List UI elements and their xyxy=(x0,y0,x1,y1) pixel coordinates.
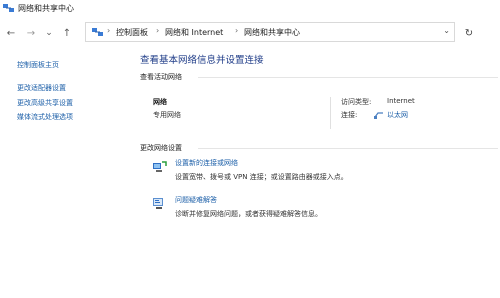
sidebar: 控制面板主页 更改适配器设置 更改高级共享设置 媒体流式处理选项 xyxy=(0,50,125,298)
breadcrumb-network-internet[interactable]: 网络和 Internet xyxy=(165,27,223,38)
ethernet-icon xyxy=(374,112,383,119)
setup-new-connection-description: 设置宽带、拨号或 VPN 连接；或设置路由器或接入点。 xyxy=(175,173,348,181)
breadcrumb-separator: › xyxy=(235,26,239,35)
troubleshoot-problems-link[interactable]: 问题疑难解答 xyxy=(175,195,217,205)
recent-locations-chevron-icon[interactable]: ⌄ xyxy=(42,26,56,40)
breadcrumb-network-sharing-center[interactable]: 网络和共享中心 xyxy=(244,27,300,38)
access-type-label: 访问类型: xyxy=(341,98,372,106)
up-arrow-icon[interactable]: ↑ xyxy=(60,26,74,40)
control-panel-icon xyxy=(92,28,103,36)
sidebar-item-change-advanced-sharing[interactable]: 更改高级共享设置 xyxy=(17,98,73,108)
address-dropdown-chevron-icon[interactable]: ⌄ xyxy=(443,26,450,35)
main-content: 查看基本网络信息并设置连接 查看活动网络 网络 专用网络 访问类型: Inter… xyxy=(140,50,500,298)
sidebar-item-media-streaming[interactable]: 媒体流式处理选项 xyxy=(17,112,73,122)
change-network-settings-label: 更改网络设置 xyxy=(140,144,182,152)
access-type-value: Internet xyxy=(387,97,415,105)
connection-label: 连接: xyxy=(341,111,358,119)
forward-arrow-icon[interactable]: → xyxy=(24,26,38,40)
breadcrumb-separator: › xyxy=(156,26,160,35)
new-connection-icon xyxy=(153,161,167,172)
network-name: 网络 xyxy=(153,98,167,106)
breadcrumb-control-panel[interactable]: 控制面板 xyxy=(116,27,148,38)
troubleshoot-problems-description: 诊断并修复网络问题，或者获得疑难解答信息。 xyxy=(175,210,322,218)
section-divider xyxy=(198,77,498,78)
title-bar: 网络和共享中心 xyxy=(0,0,500,18)
network-category: 专用网络 xyxy=(153,111,181,119)
troubleshoot-icon xyxy=(153,198,163,209)
setup-new-connection-link[interactable]: 设置新的连接或网络 xyxy=(175,158,238,168)
sidebar-item-change-adapter-settings[interactable]: 更改适配器设置 xyxy=(17,83,66,93)
breadcrumb-separator: › xyxy=(107,26,111,35)
address-bar[interactable]: › 控制面板 › 网络和 Internet › 网络和共享中心 ⌄ xyxy=(85,22,455,42)
refresh-icon[interactable]: ↻ xyxy=(462,26,476,40)
sidebar-control-panel-home[interactable]: 控制面板主页 xyxy=(17,60,59,70)
vertical-divider xyxy=(330,97,331,129)
page-title: 查看基本网络信息并设置连接 xyxy=(140,55,264,66)
network-center-icon xyxy=(3,4,14,12)
active-networks-label: 查看活动网络 xyxy=(140,73,182,81)
connection-ethernet-link[interactable]: 以太网 xyxy=(387,110,408,120)
back-arrow-icon[interactable]: ← xyxy=(4,26,18,40)
window-title: 网络和共享中心 xyxy=(18,4,74,13)
section-divider xyxy=(198,148,498,149)
